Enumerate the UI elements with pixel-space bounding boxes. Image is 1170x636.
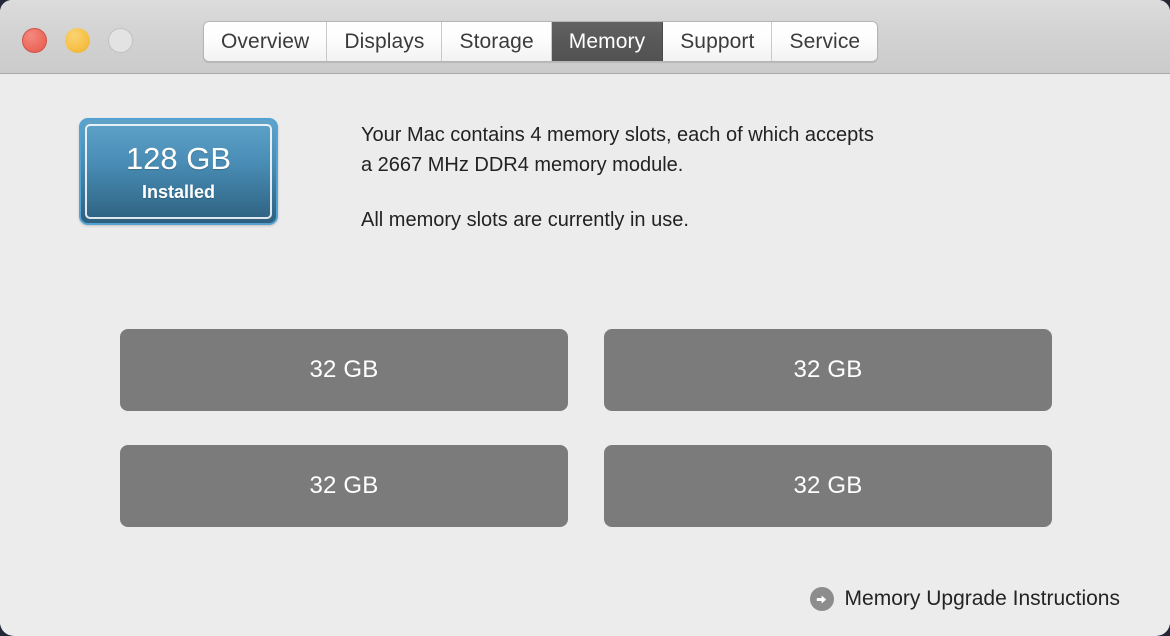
installed-memory-label: Installed <box>141 181 216 202</box>
memory-description-paragraph: Your Mac contains 4 memory slots, each o… <box>361 121 1001 180</box>
tab-storage[interactable]: Storage <box>442 22 552 61</box>
memory-slot-grid: 32 GB 32 GB 32 GB 32 GB <box>120 329 1052 527</box>
memory-slot[interactable]: 32 GB <box>120 329 568 411</box>
tab-memory[interactable]: Memory <box>551 22 664 61</box>
memory-upgrade-instructions-link[interactable]: Memory Upgrade Instructions <box>809 587 1120 611</box>
close-window-button[interactable] <box>22 28 47 53</box>
installed-memory-total: 128 GB <box>125 140 232 176</box>
arrow-right-circle-icon <box>809 587 834 611</box>
minimize-window-button[interactable] <box>65 28 90 53</box>
installed-memory-badge: 128 GB Installed <box>79 118 278 225</box>
zoom-window-button <box>108 28 133 53</box>
tab-service[interactable]: Service <box>772 22 878 61</box>
memory-slot[interactable]: 32 GB <box>120 445 568 527</box>
tab-bar: Overview Displays Storage Memory Support… <box>203 21 879 62</box>
memory-slot[interactable]: 32 GB <box>604 445 1052 527</box>
traffic-light-group <box>22 28 133 53</box>
memory-slot[interactable]: 32 GB <box>604 329 1052 411</box>
memory-description-line-1: Your Mac contains 4 memory slots, each o… <box>361 124 874 146</box>
about-this-mac-window: Overview Displays Storage Memory Support… <box>0 0 1170 636</box>
tab-overview[interactable]: Overview <box>204 22 328 61</box>
memory-upgrade-instructions-label: Memory Upgrade Instructions <box>844 587 1120 610</box>
tab-displays[interactable]: Displays <box>327 22 443 61</box>
tab-support[interactable]: Support <box>663 22 773 61</box>
window-titlebar: Overview Displays Storage Memory Support… <box>0 0 1170 74</box>
memory-description-line-2: a 2667 MHz DDR4 memory module. <box>361 153 684 176</box>
memory-description: Your Mac contains 4 memory slots, each o… <box>361 121 1001 236</box>
memory-status-text: All memory slots are currently in use. <box>361 209 689 232</box>
memory-tab-content: 128 GB Installed Your Mac contains 4 mem… <box>0 74 1170 635</box>
